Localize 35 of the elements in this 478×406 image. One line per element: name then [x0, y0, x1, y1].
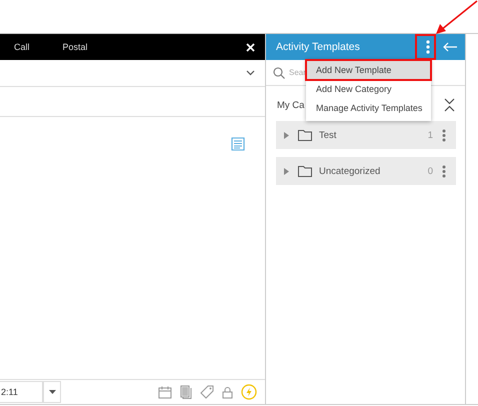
- tab[interactable]: Call: [14, 42, 30, 52]
- tab[interactable]: Postal: [62, 42, 88, 52]
- category-row[interactable]: Uncategorized 0: [276, 157, 456, 185]
- expand-triangle-icon[interactable]: [284, 132, 289, 138]
- more-options-icon[interactable]: [442, 164, 446, 178]
- folder-icon: [298, 166, 312, 176]
- category-row[interactable]: Test 1: [276, 121, 456, 149]
- menu-item[interactable]: Add New Category: [306, 80, 431, 99]
- section-label: My Ca: [277, 100, 304, 110]
- tag-icon[interactable]: [200, 385, 214, 399]
- lightning-icon[interactable]: [241, 384, 257, 400]
- more-options-icon[interactable]: [426, 40, 430, 54]
- expand-triangle-icon[interactable]: [284, 168, 289, 174]
- calendar-icon[interactable]: [158, 386, 172, 398]
- menu-item[interactable]: Manage Activity Templates: [306, 99, 431, 118]
- menu-item[interactable]: Add New Template: [306, 61, 431, 80]
- lock-icon[interactable]: [222, 386, 233, 398]
- category-count: 1: [428, 130, 433, 140]
- panel-title: Activity Templates: [276, 41, 360, 53]
- folder-icon: [298, 130, 312, 140]
- time-field[interactable]: 2:11: [0, 381, 43, 403]
- category-name: Test: [319, 130, 336, 140]
- back-arrow-icon[interactable]: [443, 42, 457, 52]
- more-options-icon[interactable]: [442, 128, 446, 142]
- close-icon[interactable]: [246, 42, 255, 52]
- annotation-arrow: [435, 0, 478, 36]
- book-icon[interactable]: [180, 385, 192, 399]
- dropdown-button[interactable]: [43, 381, 61, 403]
- category-count: 0: [428, 166, 433, 176]
- chevron-down-icon[interactable]: [246, 70, 255, 76]
- document-icon[interactable]: [231, 137, 245, 151]
- collapse-icon[interactable]: [444, 98, 455, 112]
- category-name: Uncategorized: [319, 166, 380, 176]
- caret-icon: [48, 390, 56, 394]
- search-icon: [273, 66, 285, 78]
